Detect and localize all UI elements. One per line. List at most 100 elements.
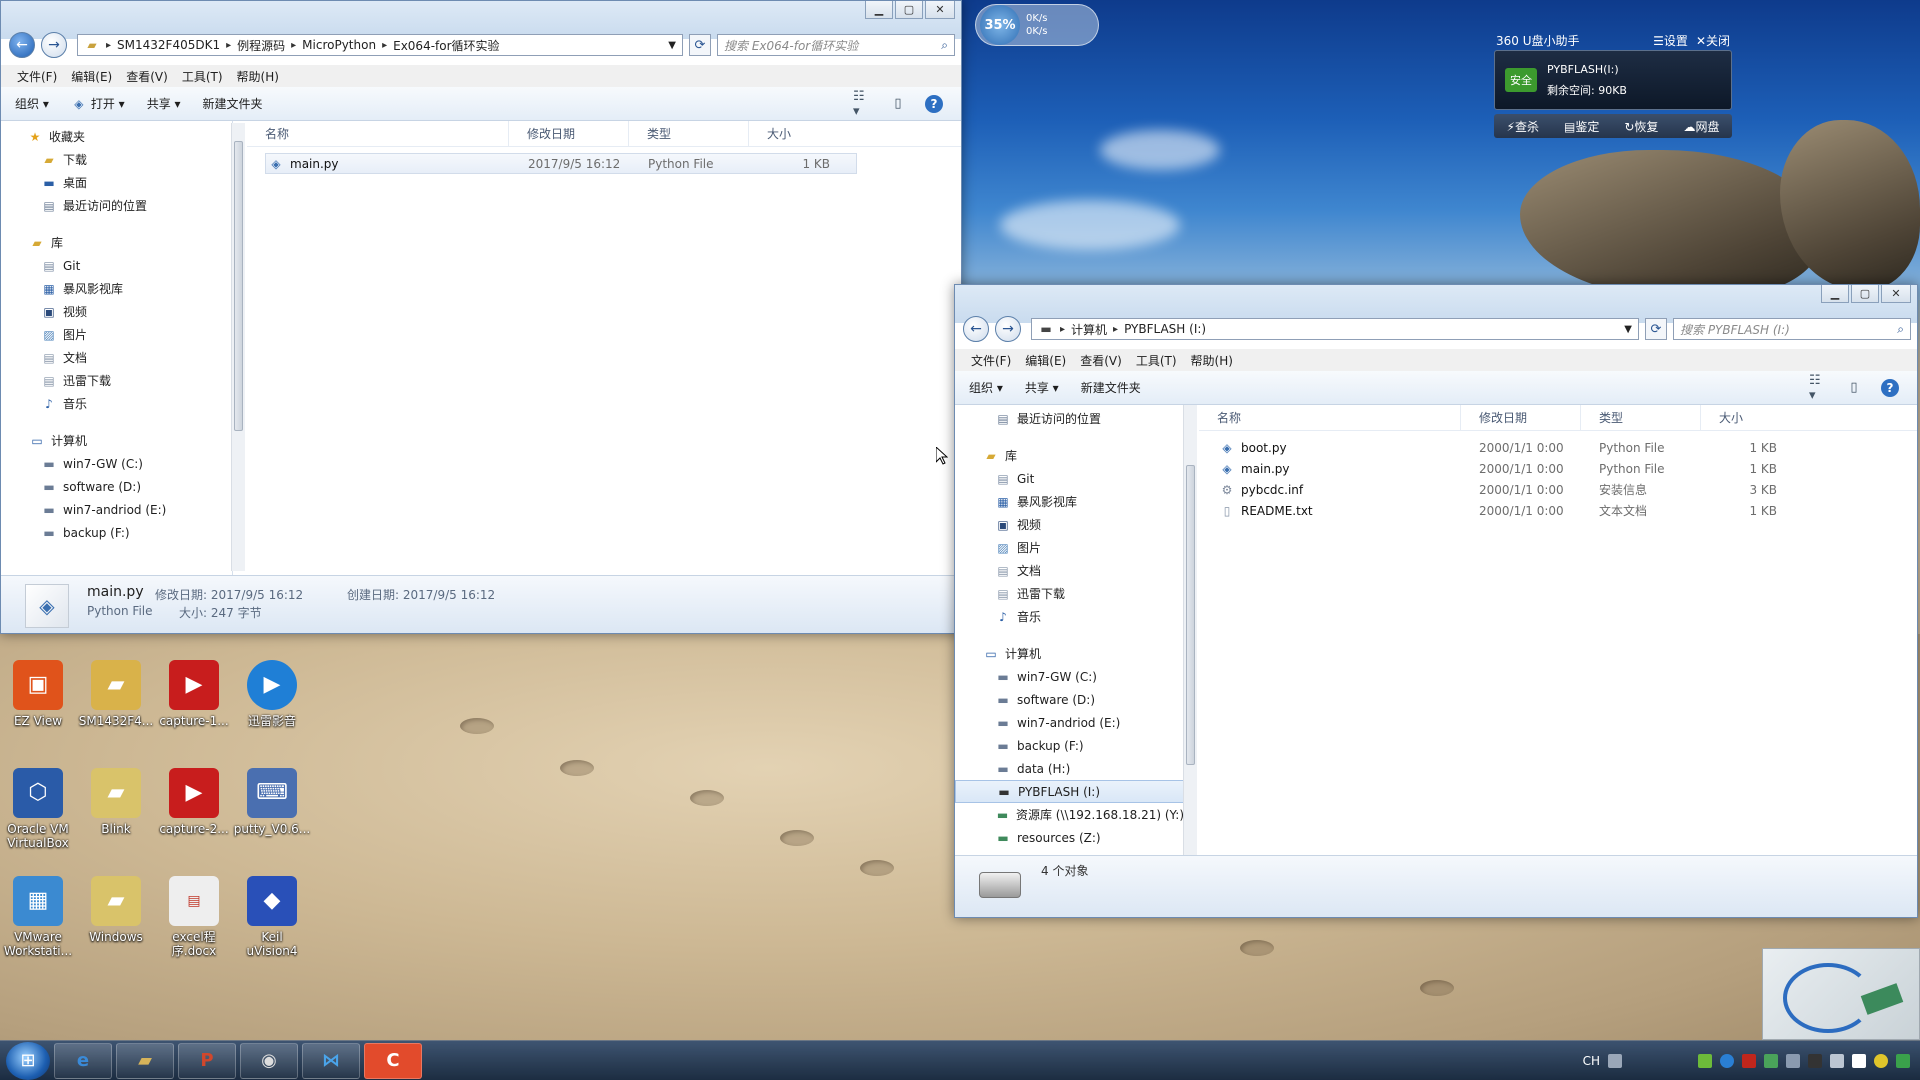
preview-pane-icon[interactable]: ▯ [1845,380,1863,396]
nav-item-pictures[interactable]: ▨ 图片 [955,536,1184,559]
nav-item-desktop[interactable]: ▬ 桌面 [1,171,232,194]
share-button[interactable]: 共享 ▾ [1025,379,1059,396]
breadcrumb-micropython[interactable]: MicroPython [302,38,376,52]
search-input[interactable]: 搜索 PYBFLASH (I:) ⌕ [1673,318,1911,340]
organize-button[interactable]: 组织 ▾ [969,379,1003,396]
menu-tools[interactable]: 工具(T) [1136,352,1177,369]
breadcrumb-computer[interactable]: 计算机 [1071,321,1107,338]
menu-help[interactable]: 帮助(H) [1191,352,1233,369]
usb-action-identify[interactable]: ▤鉴定 [1564,118,1599,135]
nav-favorites[interactable]: ★ 收藏夹 [1,125,232,148]
nav-item-git[interactable]: ▤ Git [1,254,232,277]
close-button[interactable]: ✕ [1881,285,1911,303]
close-button[interactable]: ✕ [925,1,955,19]
menu-help[interactable]: 帮助(H) [237,68,279,85]
desktop-icon-putty[interactable]: ⌨ putty_V0.6... [234,768,310,836]
nav-item-downloads[interactable]: ▰ 下载 [1,148,232,171]
desktop-icon-vmware[interactable]: ▦ VMware Workstati... [0,876,76,958]
scrollbar-thumb[interactable] [234,141,243,431]
column-size[interactable]: 大小 [1701,405,1781,430]
help-icon[interactable]: ? [1881,378,1899,397]
column-type[interactable]: 类型 [629,121,749,146]
monitor-icon[interactable] [1852,1053,1866,1068]
column-date[interactable]: 修改日期 [509,121,629,146]
nav-drive-e[interactable]: ▬ win7-andriod (E:) [955,711,1184,734]
menu-file[interactable]: 文件(F) [17,68,57,85]
desktop-icon-keil[interactable]: ◆ Keil uVision4 [234,876,310,958]
new-folder-button[interactable]: 新建文件夹 [1081,379,1141,396]
minimize-button[interactable]: ▁ [865,1,893,19]
column-size[interactable]: 大小 [749,121,829,146]
usb-action-restore[interactable]: ↻恢复 [1624,118,1658,135]
nav-item-pictures[interactable]: ▨ 图片 [1,323,232,346]
nav-drive-d[interactable]: ▬ software (D:) [1,475,232,498]
nav-item-xunlei[interactable]: ▤ 迅雷下载 [1,369,232,392]
nav-item-xunlei[interactable]: ▤ 迅雷下载 [955,582,1184,605]
taskbar-app-c[interactable]: C [364,1042,422,1079]
file-row-main-py[interactable]: ◈ main.py 2017/9/5 16:12 Python File 1 K… [265,153,857,174]
help-icon[interactable]: ? [925,94,943,113]
forward-button[interactable]: → [995,316,1021,342]
taskbar-explorer[interactable]: ▰ [116,1042,174,1079]
organize-button[interactable]: 组织 ▾ [15,95,49,112]
breadcrumb-ex064[interactable]: Ex064-for循环实验 [393,37,499,54]
back-button[interactable]: ← [963,316,989,342]
column-name[interactable]: 名称 [1199,405,1461,430]
nav-item-recent[interactable]: ▤ 最近访问的位置 [955,407,1184,430]
nav-drive-c[interactable]: ▬ win7-GW (C:) [955,665,1184,688]
usb-widget-close[interactable]: ✕关闭 [1696,32,1730,49]
nav-item-videos[interactable]: ▣ 视频 [955,513,1184,536]
taskbar-powerpoint[interactable]: P [178,1042,236,1079]
view-options-icon[interactable]: ☷ ▾ [1809,373,1827,403]
file-row-main-py[interactable]: ◈ main.py 2000/1/1 0:00 Python File 1 KB [1199,458,1917,479]
nav-drive-d[interactable]: ▬ software (D:) [955,688,1184,711]
new-folder-button[interactable]: 新建文件夹 [203,95,263,112]
nav-item-documents[interactable]: ▤ 文档 [1,346,232,369]
nav-drive-c[interactable]: ▬ win7-GW (C:) [1,452,232,475]
nav-drive-f[interactable]: ▬ backup (F:) [1,521,232,544]
address-bar[interactable]: ▰ ▸ SM1432F405DK1 ▸ 例程源码 ▸ MicroPython ▸… [77,34,683,56]
refresh-button[interactable]: ⟳ [1645,318,1667,340]
nav-computer[interactable]: ▭ 计算机 [1,429,232,452]
nav-item-music[interactable]: ♪ 音乐 [955,605,1184,628]
menu-edit[interactable]: 编辑(E) [1025,352,1066,369]
breadcrumb-pybflash[interactable]: PYBFLASH (I:) [1124,322,1206,336]
desktop-icon-xunlei[interactable]: ▶ 迅雷影音 [234,660,310,728]
search-input[interactable]: 搜索 Ex064-for循环实验 ⌕ [717,34,955,56]
nav-item-documents[interactable]: ▤ 文档 [955,559,1184,582]
taskbar-ie[interactable]: e [54,1042,112,1079]
nav-item-baofeng[interactable]: ▦ 暴风影视库 [1,277,232,300]
nav-drive-e[interactable]: ▬ win7-andriod (E:) [1,498,232,521]
360-security-icon[interactable] [1720,1053,1734,1068]
nav-computer[interactable]: ▭ 计算机 [955,642,1184,665]
nav-item-recent[interactable]: ▤ 最近访问的位置 [1,194,232,217]
nav-drive-f[interactable]: ▬ backup (F:) [955,734,1184,757]
usb-eject-icon[interactable] [1786,1053,1800,1068]
usb-widget-settings[interactable]: ☰设置 [1653,32,1688,49]
file-row-boot-py[interactable]: ◈ boot.py 2000/1/1 0:00 Python File 1 KB [1199,437,1917,458]
menu-edit[interactable]: 编辑(E) [71,68,112,85]
network-icon[interactable] [1764,1053,1778,1068]
battery-icon[interactable] [1698,1053,1712,1068]
maximize-button[interactable]: ▢ [895,1,923,19]
scrollbar-thumb[interactable] [1186,465,1195,765]
desktop-icon-blink[interactable]: ▰ Blink [78,768,154,836]
desktop-icon-capture-2[interactable]: ▶ capture-2... [156,768,232,836]
keyboard-icon[interactable] [1608,1053,1622,1068]
desktop-icon-capture-1[interactable]: ▶ capture-1... [156,660,232,728]
desktop-icon-excel-docx[interactable]: ▤ excel程序.docx [156,876,232,958]
maximize-button[interactable]: ▢ [1851,285,1879,303]
forward-button[interactable]: → [41,32,67,58]
refresh-button[interactable]: ⟳ [689,34,711,56]
menu-file[interactable]: 文件(F) [971,352,1011,369]
desktop-icon-sm1432[interactable]: ▰ SM1432F4... [78,660,154,728]
nav-item-music[interactable]: ♪ 音乐 [1,392,232,415]
view-options-icon[interactable]: ☷ ▾ [853,89,871,119]
nav-scrollbar[interactable] [1183,405,1197,857]
app-tray-icon[interactable] [1808,1053,1822,1068]
nav-libraries[interactable]: ▰ 库 [1,231,232,254]
breadcrumb-examples[interactable]: 例程源码 [237,37,285,54]
usb-action-scan[interactable]: ⚡查杀 [1507,118,1539,135]
column-name[interactable]: 名称 [247,121,509,146]
nav-drive-z[interactable]: ▬ resources (Z:) [955,826,1184,849]
